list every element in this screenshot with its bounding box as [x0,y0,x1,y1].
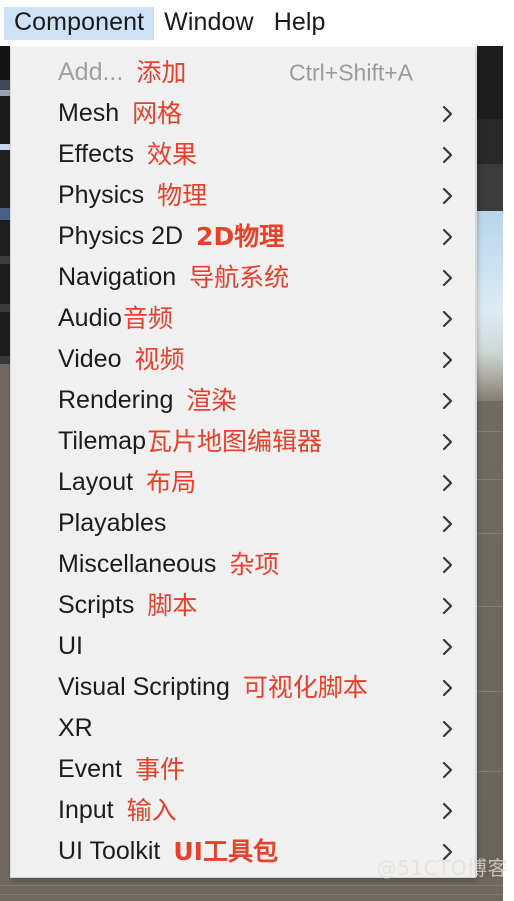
background-scene-strip [477,46,503,879]
menu-item-label: Input [58,796,114,824]
background-right-white-margin [503,0,514,901]
menu-item-annotation: UI工具包 [173,837,278,866]
menu-item-audio[interactable]: Audio 音频 [11,298,475,339]
background-dark-panel-low [477,164,503,211]
menu-item-annotation: 效果 [146,140,197,169]
menu-item-annotation: 输入 [126,796,177,825]
menu-item-annotation: 音频 [122,304,173,333]
menu-item-shortcut: Ctrl+Shift+A [289,59,413,85]
chevron-right-icon [441,596,455,616]
menu-item-annotation: 杂项 [229,550,280,579]
menu-item-label: Physics 2D [58,222,184,250]
menu-item-input[interactable]: Input 输入 [11,790,475,831]
menu-item-tilemap[interactable]: Tilemap 瓦片地图编辑器 [11,421,475,462]
chevron-right-icon [441,350,455,370]
menu-item-annotation: 2D物理 [196,222,285,251]
menu-item-ui-toolkit[interactable]: UI Toolkit UI工具包 [11,831,475,872]
menu-item-layout[interactable]: Layout 布局 [11,462,475,503]
menu-item-label: Scripts [58,591,135,619]
menubar-item-window[interactable]: Window [154,7,264,40]
background-left-panel-strip [0,46,10,901]
menu-item-scripts[interactable]: Scripts 脚本 [11,585,475,626]
chevron-right-icon [441,391,455,411]
chevron-right-icon [441,842,455,862]
menu-item-label: UI [58,632,83,660]
menu-item-label: XR [58,714,93,742]
menu-item-effects[interactable]: Effects 效果 [11,134,475,175]
menu-item-annotation: 导航系统 [189,263,290,292]
menu-item-label: Mesh [58,99,120,127]
component-menu-dropdown: Add... 添加 Ctrl+Shift+A Mesh 网格 Effects 效果 Physi… [10,47,476,878]
menu-item-annotation: 添加 [136,58,187,87]
chevron-right-icon [441,637,455,657]
scene-ground [477,401,503,879]
menu-item-label: Add... [58,58,124,86]
chevron-right-icon [441,514,455,534]
chevron-right-icon [441,760,455,780]
chevron-right-icon [441,145,455,165]
menu-item-ui[interactable]: UI [11,626,475,667]
background-dark-panel-mid [477,119,503,164]
chevron-right-icon [441,555,455,575]
menu-item-annotation: 物理 [157,181,208,210]
menu-item-annotation: 网格 [132,99,183,128]
menu-item-annotation: 可视化脚本 [242,673,368,702]
menu-item-label: Effects [58,140,134,168]
menubar: Component Window Help [0,0,514,46]
background-ground-bottom [0,877,514,901]
menu-item-annotation: 布局 [146,468,197,497]
menu-item-label: Playables [58,509,167,537]
menu-item-label: Event [58,755,122,783]
menu-item-label: Visual Scripting [58,673,230,701]
menu-item-rendering[interactable]: Rendering 渲染 [11,380,475,421]
menu-item-navigation[interactable]: Navigation 导航系统 [11,257,475,298]
menu-item-annotation: 脚本 [147,591,198,620]
menu-item-annotation: 瓦片地图编辑器 [147,427,323,456]
menu-item-physics-2d[interactable]: Physics 2D 2D物理 [11,216,475,257]
scene-sky-gradient [477,211,503,401]
menu-item-label: Audio [58,304,122,332]
menu-item-event[interactable]: Event 事件 [11,749,475,790]
menu-item-label: Tilemap [58,427,146,455]
menu-item-miscellaneous[interactable]: Miscellaneous 杂项 [11,544,475,585]
chevron-right-icon [441,104,455,124]
menubar-item-component[interactable]: Component [4,6,155,40]
menu-item-label: Physics [58,181,145,209]
menubar-item-help[interactable]: Help [264,7,336,40]
menu-item-add: Add... 添加 Ctrl+Shift+A [11,52,475,93]
menu-item-physics[interactable]: Physics 物理 [11,175,475,216]
menu-item-annotation: 事件 [134,755,185,784]
menu-item-playables[interactable]: Playables [11,503,475,544]
chevron-right-icon [441,309,455,329]
menu-item-mesh[interactable]: Mesh 网格 [11,93,475,134]
chevron-right-icon [441,719,455,739]
background-dark-panel-top [477,46,503,119]
menu-item-video[interactable]: Video 视频 [11,339,475,380]
menu-item-label: Navigation [58,263,177,291]
chevron-right-icon [441,801,455,821]
chevron-right-icon [441,678,455,698]
menu-item-label: UI Toolkit [58,837,161,865]
component-menu-list: Add... 添加 Ctrl+Shift+A Mesh 网格 Effects 效果 Physi… [11,47,475,872]
menu-item-annotation: 渲染 [186,386,237,415]
menu-item-label: Video [58,345,122,373]
chevron-right-icon [441,227,455,247]
chevron-right-icon [441,473,455,493]
chevron-right-icon [441,186,455,206]
menu-item-label: Rendering [58,386,174,414]
chevron-right-icon [441,268,455,288]
menu-item-label: Layout [58,468,134,496]
menu-item-label: Miscellaneous [58,550,217,578]
chevron-right-icon [441,432,455,452]
menu-item-xr[interactable]: XR [11,708,475,749]
menu-item-annotation: 视频 [134,345,185,374]
menu-item-visual-scripting[interactable]: Visual Scripting 可视化脚本 [11,667,475,708]
